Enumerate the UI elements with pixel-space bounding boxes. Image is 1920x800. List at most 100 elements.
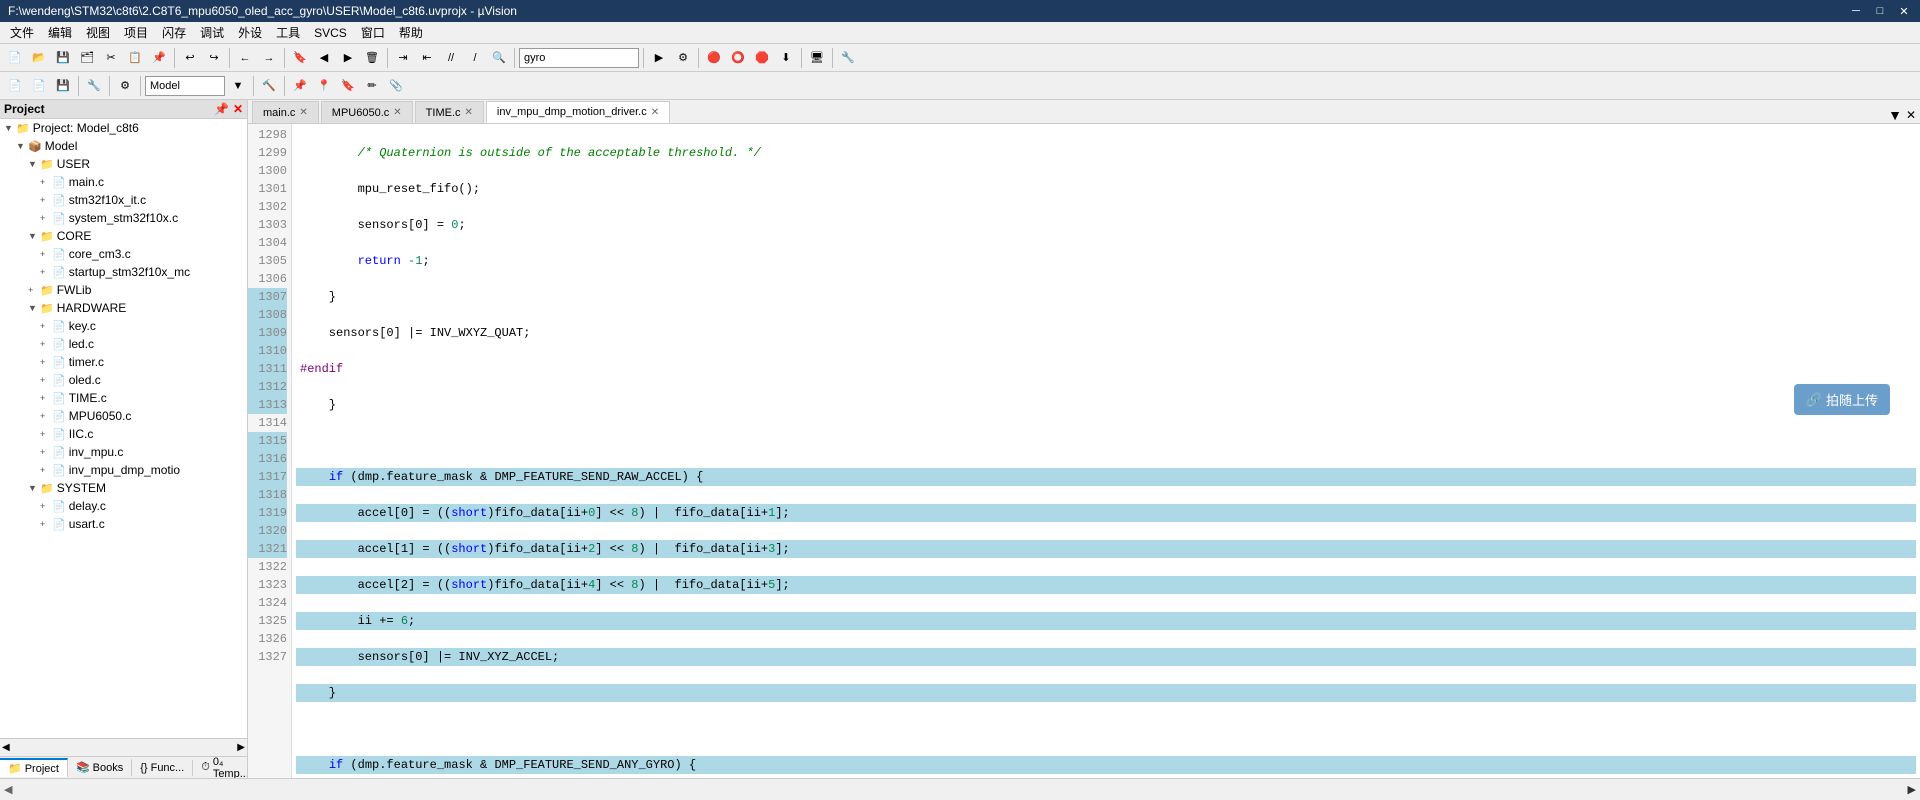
- undo-btn[interactable]: ↩: [179, 47, 201, 69]
- project-pin-btn[interactable]: 📌: [214, 102, 229, 116]
- cut-btn[interactable]: ✂: [100, 47, 122, 69]
- line-numbers: 1298 1299 1300 1301 1302 1303 1304 1305 …: [248, 124, 292, 778]
- tab-main-c-close[interactable]: ✕: [299, 107, 307, 118]
- tab-pin-btn[interactable]: ▼: [1888, 107, 1902, 123]
- bookmark-prev-btn[interactable]: ◀: [313, 47, 335, 69]
- tb2-btn1[interactable]: 📄: [4, 75, 26, 97]
- code-content[interactable]: /* Quaternion is outside of the acceptab…: [292, 124, 1920, 778]
- redo-btn[interactable]: ↪: [203, 47, 225, 69]
- tree-scroll-right[interactable]: ▶: [237, 742, 245, 753]
- save-btn[interactable]: 💾: [52, 47, 74, 69]
- tb2-tools1[interactable]: 🔨: [258, 75, 280, 97]
- menu-view[interactable]: 视图: [80, 22, 116, 43]
- tb2-tools2[interactable]: 📌: [289, 75, 311, 97]
- tree-oled[interactable]: + 📄 oled.c: [0, 371, 247, 389]
- download-btn[interactable]: ⬇: [775, 47, 797, 69]
- tab-func[interactable]: {} Func...: [132, 760, 193, 776]
- uncomment-btn[interactable]: /: [464, 47, 486, 69]
- menu-file[interactable]: 文件: [4, 22, 40, 43]
- tb2-tools4[interactable]: 🔖: [337, 75, 359, 97]
- new-file-btn[interactable]: 📄: [4, 47, 26, 69]
- tb2-btn3[interactable]: 💾: [52, 75, 74, 97]
- menu-project[interactable]: 项目: [118, 22, 154, 43]
- search-go-btn[interactable]: ▶: [648, 47, 670, 69]
- tree-startup[interactable]: + 📄 startup_stm32f10x_mc: [0, 263, 247, 281]
- open-btn[interactable]: 📂: [28, 47, 50, 69]
- tree-fwlib[interactable]: + 📁 FWLib: [0, 281, 247, 299]
- indent-btn[interactable]: ⇥: [392, 47, 414, 69]
- menu-peripheral[interactable]: 外设: [232, 22, 268, 43]
- bookmark-clear-btn[interactable]: 🗑: [361, 47, 383, 69]
- bookmark-next-btn[interactable]: ▶: [337, 47, 359, 69]
- upload-button[interactable]: 🔗 拍随上传: [1794, 384, 1890, 415]
- tab-time-c[interactable]: TIME.c ✕: [415, 101, 484, 123]
- tb2-btn4[interactable]: 🔧: [83, 75, 105, 97]
- tree-root[interactable]: ▼ 📁 Project: Model_c8t6: [0, 119, 247, 137]
- build-target-input[interactable]: [145, 76, 225, 96]
- tab-main-c[interactable]: main.c ✕: [252, 101, 319, 123]
- tree-scroll-left[interactable]: ◀: [2, 742, 10, 753]
- bookmark-btn[interactable]: 🔖: [289, 47, 311, 69]
- copy-btn[interactable]: 📋: [124, 47, 146, 69]
- save-all-btn[interactable]: 🗂: [76, 47, 98, 69]
- menu-tools[interactable]: 工具: [270, 22, 306, 43]
- unindent-btn[interactable]: ⇤: [416, 47, 438, 69]
- tb2-tools6[interactable]: 📎: [385, 75, 407, 97]
- comment-btn[interactable]: //: [440, 47, 462, 69]
- tb2-tools3[interactable]: 📍: [313, 75, 335, 97]
- tab-close-all-btn[interactable]: ✕: [1906, 108, 1916, 122]
- tree-core[interactable]: ▼ 📁 CORE: [0, 227, 247, 245]
- menu-window[interactable]: 窗口: [355, 22, 391, 43]
- tree-hardware[interactable]: ▼ 📁 HARDWARE: [0, 299, 247, 317]
- tree-inv-mpu[interactable]: + 📄 inv_mpu.c: [0, 443, 247, 461]
- stop-btn[interactable]: 🛑: [751, 47, 773, 69]
- rebuild-btn[interactable]: ⭕: [727, 47, 749, 69]
- tab-inv-driver[interactable]: inv_mpu_dmp_motion_driver.c ✕: [486, 101, 670, 123]
- menu-help[interactable]: 帮助: [393, 22, 429, 43]
- wrench-btn[interactable]: 🔧: [837, 47, 859, 69]
- tree-timer[interactable]: + 📄 timer.c: [0, 353, 247, 371]
- menu-debug[interactable]: 调试: [194, 22, 230, 43]
- menu-edit[interactable]: 编辑: [42, 22, 78, 43]
- tree-iic[interactable]: + 📄 IIC.c: [0, 425, 247, 443]
- tree-mpu6050[interactable]: + 📄 MPU6050.c: [0, 407, 247, 425]
- target-dropdown-btn[interactable]: ▼: [227, 75, 249, 97]
- search-opt-btn[interactable]: ⚙: [672, 47, 694, 69]
- find-btn[interactable]: 🔍: [488, 47, 510, 69]
- minimize-button[interactable]: ─: [1848, 3, 1864, 19]
- tree-time[interactable]: + 📄 TIME.c: [0, 389, 247, 407]
- tab-books[interactable]: 📚 Books: [68, 759, 132, 776]
- tb2-tools5[interactable]: ✏: [361, 75, 383, 97]
- tab-temp[interactable]: ⏱ 0₄ Temp...: [193, 754, 248, 779]
- maximize-button[interactable]: □: [1872, 3, 1888, 19]
- tab-mpu6050-close[interactable]: ✕: [393, 107, 401, 118]
- tree-system[interactable]: + 📄 system_stm32f10x.c: [0, 209, 247, 227]
- tree-system-folder[interactable]: ▼ 📁 SYSTEM: [0, 479, 247, 497]
- tree-delay[interactable]: + 📄 delay.c: [0, 497, 247, 515]
- tb2-settings-btn[interactable]: ⚙: [114, 75, 136, 97]
- paste-btn[interactable]: 📌: [148, 47, 170, 69]
- tab-mpu6050-c[interactable]: MPU6050.c ✕: [321, 101, 413, 123]
- tab-project[interactable]: 📁 Project: [0, 758, 68, 777]
- tree-model[interactable]: ▼ 📦 Model: [0, 137, 247, 155]
- tab-inv-driver-close[interactable]: ✕: [651, 107, 659, 118]
- close-button[interactable]: ✕: [1896, 3, 1912, 19]
- menu-svcs[interactable]: SVCS: [308, 24, 353, 42]
- nav-fwd-btn[interactable]: →: [258, 47, 280, 69]
- tree-usart[interactable]: + 📄 usart.c: [0, 515, 247, 533]
- view-btn[interactable]: 🖥: [806, 47, 828, 69]
- tree-stm32it[interactable]: + 📄 stm32f10x_it.c: [0, 191, 247, 209]
- tree-core-cm3[interactable]: + 📄 core_cm3.c: [0, 245, 247, 263]
- project-close-btn[interactable]: ✕: [233, 102, 243, 116]
- tb2-btn2[interactable]: 📄: [28, 75, 50, 97]
- tab-time-close[interactable]: ✕: [465, 107, 473, 118]
- tree-user[interactable]: ▼ 📁 USER: [0, 155, 247, 173]
- search-field[interactable]: [519, 48, 639, 68]
- build-btn[interactable]: 🔴: [703, 47, 725, 69]
- tree-led[interactable]: + 📄 led.c: [0, 335, 247, 353]
- tree-main-c[interactable]: + 📄 main.c: [0, 173, 247, 191]
- tree-inv-mpu-dmp[interactable]: + 📄 inv_mpu_dmp_motio: [0, 461, 247, 479]
- nav-back-btn[interactable]: ←: [234, 47, 256, 69]
- menu-flash[interactable]: 闪存: [156, 22, 192, 43]
- tree-key[interactable]: + 📄 key.c: [0, 317, 247, 335]
